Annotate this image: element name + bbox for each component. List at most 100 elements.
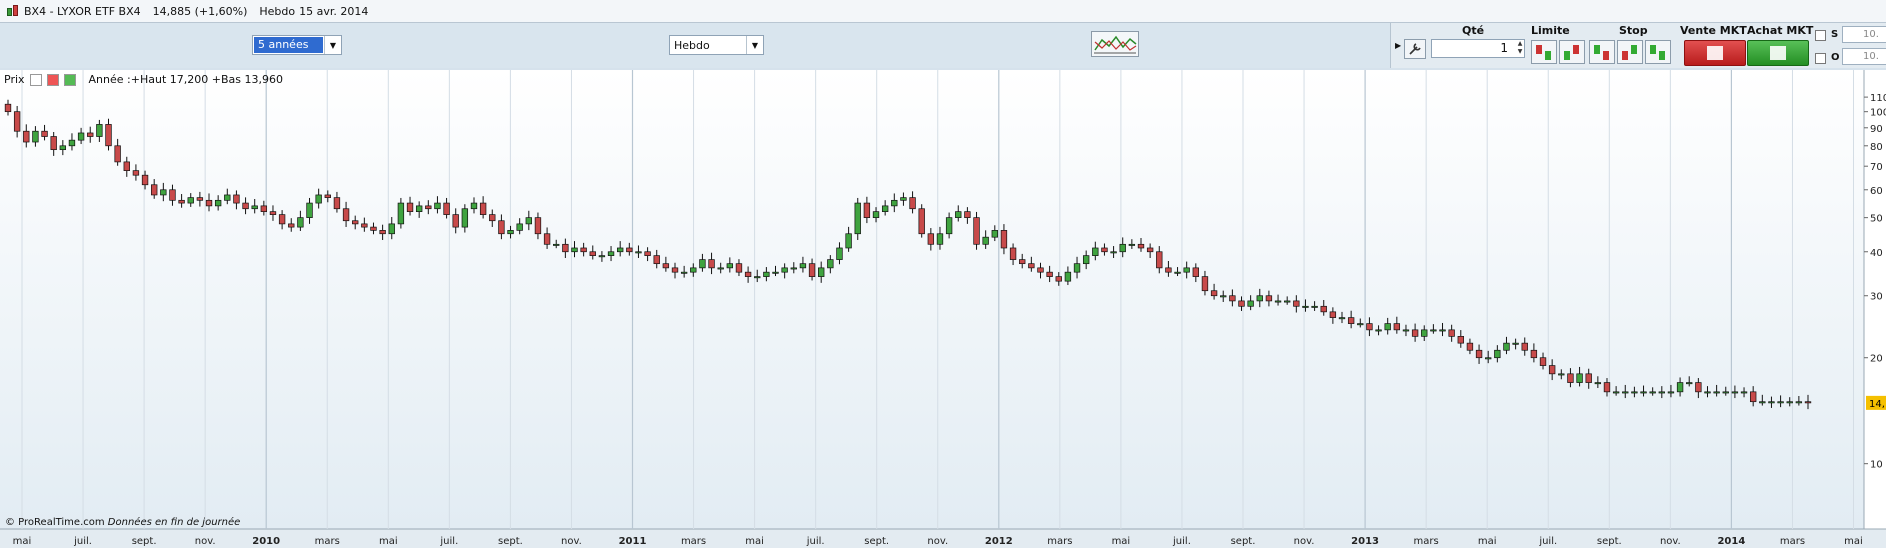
x-tick-label: mai: [13, 536, 32, 547]
candle: [1082, 255, 1090, 265]
candle: [1000, 230, 1008, 249]
candle: [1530, 349, 1538, 359]
candle: [708, 259, 715, 269]
candle: [187, 197, 194, 204]
candle: [1128, 243, 1136, 246]
candle: [1695, 382, 1702, 393]
candle: [1539, 357, 1547, 366]
indicators-icon: [1094, 35, 1137, 54]
candle: [872, 211, 880, 218]
candle: [1640, 391, 1647, 394]
candle: [1101, 247, 1108, 253]
candle: [836, 247, 843, 260]
range-select[interactable]: 5 années ▼: [252, 35, 342, 55]
candle: [1092, 247, 1099, 256]
x-tick-label: mai: [1112, 536, 1131, 547]
candle: [242, 202, 249, 210]
sell-market-button[interactable]: [1684, 40, 1746, 66]
candle: [132, 170, 140, 176]
candle: [379, 230, 386, 235]
candle: [1384, 323, 1391, 331]
candle: [699, 259, 706, 269]
candle: [1320, 305, 1327, 313]
candle: [352, 220, 359, 225]
data-note: Données en fin de journée: [107, 517, 241, 528]
candle: [1521, 342, 1528, 351]
x-tick-label: nov.: [927, 536, 948, 547]
candle: [854, 202, 861, 235]
price-chart[interactable]: 10 20 30 40 50 60 70 80 90 100 110 mai juil. sept. no…: [0, 70, 1886, 548]
wrench-icon[interactable]: [29, 73, 42, 86]
candle: [315, 194, 322, 204]
candle: [1256, 295, 1263, 302]
x-tick-label: 2011: [619, 536, 647, 547]
candle: [452, 214, 459, 228]
s-value-field[interactable]: 10.: [1842, 26, 1886, 43]
candle: [1631, 391, 1638, 394]
candle: [333, 197, 341, 210]
candle: [543, 233, 551, 245]
o-checkbox[interactable]: [1815, 53, 1826, 64]
buy-market-button[interactable]: [1747, 40, 1809, 66]
candle: [160, 189, 167, 196]
interval-select[interactable]: Hebdo ▼: [669, 35, 764, 55]
indicators-button[interactable]: [1091, 31, 1139, 57]
candle: [772, 271, 779, 274]
candle: [105, 124, 112, 147]
limit-sell-button[interactable]: [1559, 40, 1585, 64]
candle: [945, 217, 953, 235]
last-quote: 14,885 (+1,60%): [152, 4, 248, 18]
candle: [1686, 382, 1693, 385]
candle: [717, 267, 724, 270]
chevron-down-icon[interactable]: ▼: [324, 36, 341, 54]
candle: [1119, 243, 1126, 253]
candle: [1731, 391, 1739, 394]
candle: [1366, 323, 1373, 331]
candle: [827, 259, 834, 269]
candle: [1786, 401, 1793, 404]
candle: [96, 124, 103, 137]
candle: [1759, 401, 1766, 404]
quote-date: 15 avr. 2014: [299, 4, 369, 18]
wrench-button[interactable]: [1404, 39, 1426, 59]
candle: [653, 255, 660, 265]
candle: [1768, 401, 1775, 404]
limit-buy-button[interactable]: [1531, 40, 1557, 64]
candle: [269, 211, 277, 215]
candle: [260, 205, 268, 212]
add-indicator-icon[interactable]: [63, 73, 76, 86]
stop-buy-button[interactable]: [1589, 40, 1615, 64]
stop-trailing-button[interactable]: [1645, 40, 1671, 64]
s-checkbox-label: S: [1831, 29, 1839, 40]
qty-input[interactable]: 1: [1431, 39, 1525, 58]
x-tick-label: juil.: [806, 536, 825, 547]
remove-indicator-icon[interactable]: [46, 73, 59, 86]
sell-mkt-label: Vente MKT: [1680, 24, 1747, 37]
candle: [607, 251, 615, 256]
candle: [617, 247, 624, 253]
candle: [1156, 251, 1163, 269]
x-tick-label: 2014: [1717, 536, 1745, 547]
stop-sell-button[interactable]: [1617, 40, 1643, 64]
candle: [1165, 267, 1172, 273]
candle: [1466, 342, 1474, 351]
expand-arrow-icon[interactable]: ▶: [1395, 41, 1401, 50]
o-value-field[interactable]: 10.: [1842, 48, 1886, 65]
candle: [1622, 391, 1629, 394]
candle: [1357, 323, 1364, 326]
y-tick-label: 20: [1870, 354, 1883, 365]
candle: [507, 230, 514, 235]
candle: [205, 199, 213, 207]
candle: [324, 194, 331, 198]
s-checkbox[interactable]: [1815, 30, 1826, 41]
chart-legend: Prix Année :+Haut 17,200 +Bas 13,960: [4, 73, 283, 86]
x-tick-label: mars: [1414, 536, 1439, 547]
x-tick-label: juil.: [1172, 536, 1191, 547]
candle: [726, 263, 734, 269]
candle: [1192, 267, 1199, 277]
chevron-down-icon[interactable]: ▼: [746, 36, 763, 54]
y-tick-label: 40: [1870, 248, 1883, 259]
qty-stepper[interactable]: ▲ ▼: [1515, 40, 1525, 57]
candle: [214, 199, 222, 207]
candle: [973, 217, 980, 245]
